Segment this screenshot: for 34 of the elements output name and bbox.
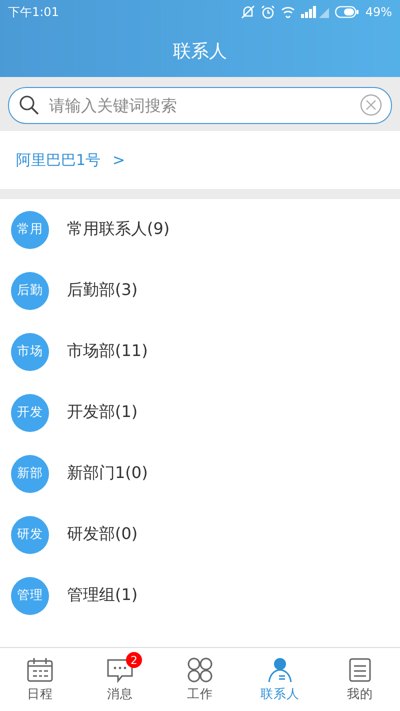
unread-badge: 2 <box>126 652 142 668</box>
wifi-icon <box>281 6 296 18</box>
bell-off-icon <box>241 5 256 19</box>
group-avatar: 市场 <box>11 332 49 370</box>
group-name[interactable]: 管理组(1) <box>67 585 138 606</box>
group-avatar: 常用 <box>11 210 49 248</box>
nav-tab[interactable]: 消息 2 <box>80 648 160 711</box>
group-avatar: 新部 <box>11 454 49 492</box>
clear-icon[interactable] <box>360 94 382 116</box>
group-avatar: 研发 <box>11 516 49 554</box>
battery-percent: 49% <box>365 5 392 19</box>
search-icon <box>19 95 39 115</box>
chevron: > <box>112 151 126 169</box>
group-name[interactable]: 研发部(0) <box>67 524 138 545</box>
status-time: 下午1:01 <box>8 4 59 20</box>
group-name[interactable]: 新部门1(0) <box>67 463 148 484</box>
group-name[interactable]: 常用联系人(9) <box>67 219 170 240</box>
page-title: 联系人 <box>173 40 227 62</box>
nav-tab[interactable]: 工作 <box>160 648 240 711</box>
group-name[interactable]: 市场部(11) <box>67 341 148 362</box>
group-avatar: 管理 <box>11 576 49 614</box>
nav-tab[interactable]: 我的 <box>320 648 400 711</box>
search-field[interactable]: 请输入关键词搜索 <box>8 87 392 124</box>
nav-tab[interactable]: 日程 <box>0 648 80 711</box>
group-avatar: 后勤 <box>11 272 49 310</box>
four-circles-icon <box>186 656 214 682</box>
person-icon <box>266 656 294 682</box>
battery-icon <box>335 6 360 18</box>
group-name[interactable]: 后勤部(3) <box>67 280 138 301</box>
alarm-icon <box>261 5 276 19</box>
signal-icon <box>301 6 330 18</box>
calendar-icon <box>26 656 54 682</box>
group-avatar: 开发 <box>11 394 49 432</box>
group-name[interactable]: 开发部(1) <box>67 402 138 423</box>
